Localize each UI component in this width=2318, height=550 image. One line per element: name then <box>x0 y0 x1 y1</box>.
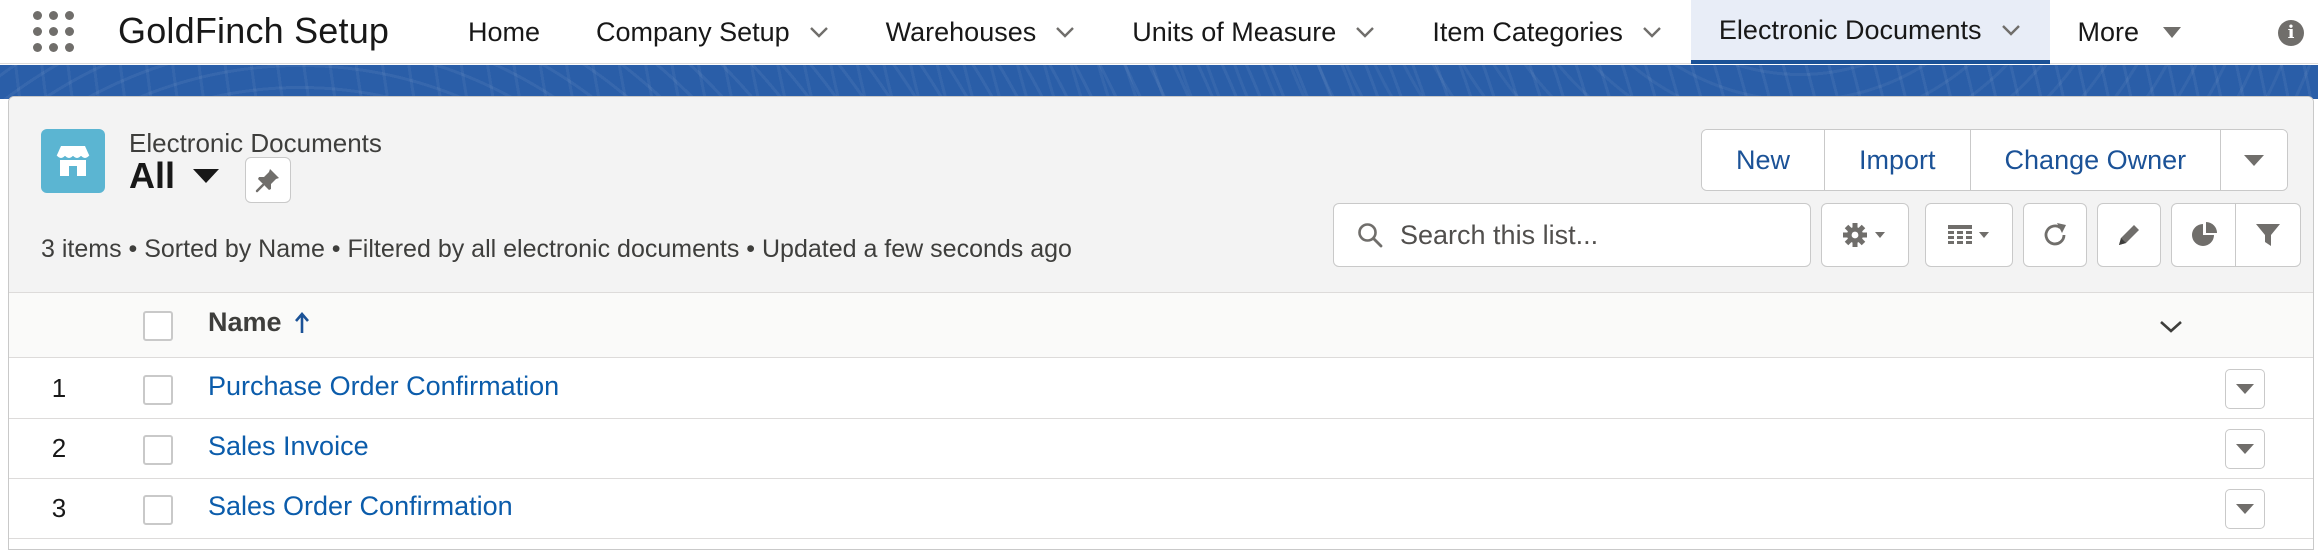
list-settings-button[interactable] <box>1821 203 1909 267</box>
nav-tabs: Home Company Setup Warehouses Units of M… <box>440 0 2211 64</box>
chevron-down-icon[interactable] <box>1641 21 1663 43</box>
nav-item-label: Electronic Documents <box>1718 14 1982 45</box>
refresh-icon <box>2044 223 2066 246</box>
new-button[interactable]: New <box>1702 130 1826 190</box>
nav-item-label: Item Categories <box>1432 16 1623 47</box>
chevron-down-icon[interactable] <box>808 21 830 43</box>
caret-down-icon <box>2236 504 2254 514</box>
filter-button[interactable] <box>2236 204 2300 266</box>
chart-filter-button-group <box>2171 203 2301 267</box>
row-actions-button[interactable] <box>2225 429 2265 469</box>
view-name: All <box>129 155 176 196</box>
row-number: 1 <box>51 373 67 403</box>
row-checkbox[interactable] <box>143 375 173 405</box>
nav-item-label: More <box>2077 16 2140 47</box>
chevron-down-icon[interactable] <box>2000 19 2022 41</box>
nav-item-item-categories[interactable]: Item Categories <box>1404 0 1691 64</box>
pencil-icon <box>2119 225 2139 245</box>
gear-icon <box>1843 223 1885 247</box>
filter-icon <box>2256 224 2280 246</box>
column-header-label: Name <box>208 307 282 337</box>
charts-button[interactable] <box>2172 204 2236 266</box>
waffle-icon[interactable] <box>30 8 76 54</box>
pin-icon <box>255 169 279 193</box>
pie-chart-icon <box>2191 222 2217 246</box>
table-row: 3 Sales Order Confirmation <box>9 479 2313 539</box>
caret-down-icon <box>2244 155 2265 166</box>
table-row: 2 Sales Invoice <box>9 419 2313 479</box>
more-actions-button[interactable] <box>2221 130 2288 190</box>
nav-item-electronic-documents[interactable]: Electronic Documents <box>1690 0 2050 64</box>
chevron-down-icon[interactable] <box>2157 315 2185 337</box>
record-link[interactable]: Purchase Order Confirmation <box>208 371 559 402</box>
list-view-selector[interactable]: All <box>129 155 220 197</box>
refresh-button[interactable] <box>2023 203 2087 267</box>
list-view-meta: 3 items • Sorted by Name • Filtered by a… <box>41 235 1072 263</box>
search-icon <box>1358 223 1383 248</box>
caret-down-icon <box>2236 444 2254 454</box>
import-button[interactable]: Import <box>1825 130 1971 190</box>
row-number: 2 <box>51 433 67 463</box>
nav-item-label: Company Setup <box>596 16 790 47</box>
caret-down-icon[interactable] <box>2161 21 2183 43</box>
select-all-checkbox[interactable] <box>143 311 173 341</box>
caret-down-icon <box>2236 384 2254 394</box>
pin-button[interactable] <box>245 157 291 203</box>
nav-item-label: Home <box>468 16 541 47</box>
nav-item-more[interactable]: More <box>2050 0 2212 64</box>
table-icon <box>1948 225 1989 244</box>
list-search-box[interactable] <box>1333 203 1811 267</box>
action-button-group: New Import Change Owner <box>1701 129 2289 191</box>
nav-item-label: Warehouses <box>885 16 1037 47</box>
list-view-header: Electronic Documents All 3 items • Sorte… <box>9 97 2313 293</box>
list-view-card: Electronic Documents All 3 items • Sorte… <box>8 96 2314 550</box>
info-icon[interactable]: i <box>2278 20 2304 46</box>
row-checkbox[interactable] <box>143 495 173 525</box>
row-number: 3 <box>51 493 67 523</box>
nav-item-company-setup[interactable]: Company Setup <box>568 0 858 64</box>
brand-band <box>0 65 2318 99</box>
storefront-icon <box>41 129 105 193</box>
search-input[interactable] <box>1400 219 1800 251</box>
table-row: 1 Purchase Order Confirmation <box>9 359 2313 419</box>
chevron-down-icon[interactable] <box>1054 21 1076 43</box>
row-actions-button[interactable] <box>2225 369 2265 409</box>
nav-item-home[interactable]: Home <box>440 0 568 64</box>
global-nav-bar: GoldFinch Setup Home Company Setup Wareh… <box>0 0 2318 64</box>
nav-item-label: Units of Measure <box>1132 16 1337 47</box>
app-name: GoldFinch Setup <box>118 10 390 51</box>
nav-item-warehouses[interactable]: Warehouses <box>858 0 1105 64</box>
row-actions-button[interactable] <box>2225 489 2265 529</box>
column-header-name[interactable]: Name <box>208 307 310 338</box>
change-owner-button[interactable]: Change Owner <box>1970 130 2222 190</box>
display-as-button[interactable] <box>1925 203 2013 267</box>
caret-down-icon[interactable] <box>193 169 220 183</box>
row-checkbox[interactable] <box>143 435 173 465</box>
record-link[interactable]: Sales Invoice <box>208 431 369 462</box>
sort-ascending-icon <box>294 311 309 333</box>
table-header: Name <box>9 293 2313 358</box>
record-link[interactable]: Sales Order Confirmation <box>208 491 513 522</box>
chevron-down-icon[interactable] <box>1354 21 1376 43</box>
nav-item-units-of-measure[interactable]: Units of Measure <box>1104 0 1404 64</box>
inline-edit-button[interactable] <box>2097 203 2161 267</box>
